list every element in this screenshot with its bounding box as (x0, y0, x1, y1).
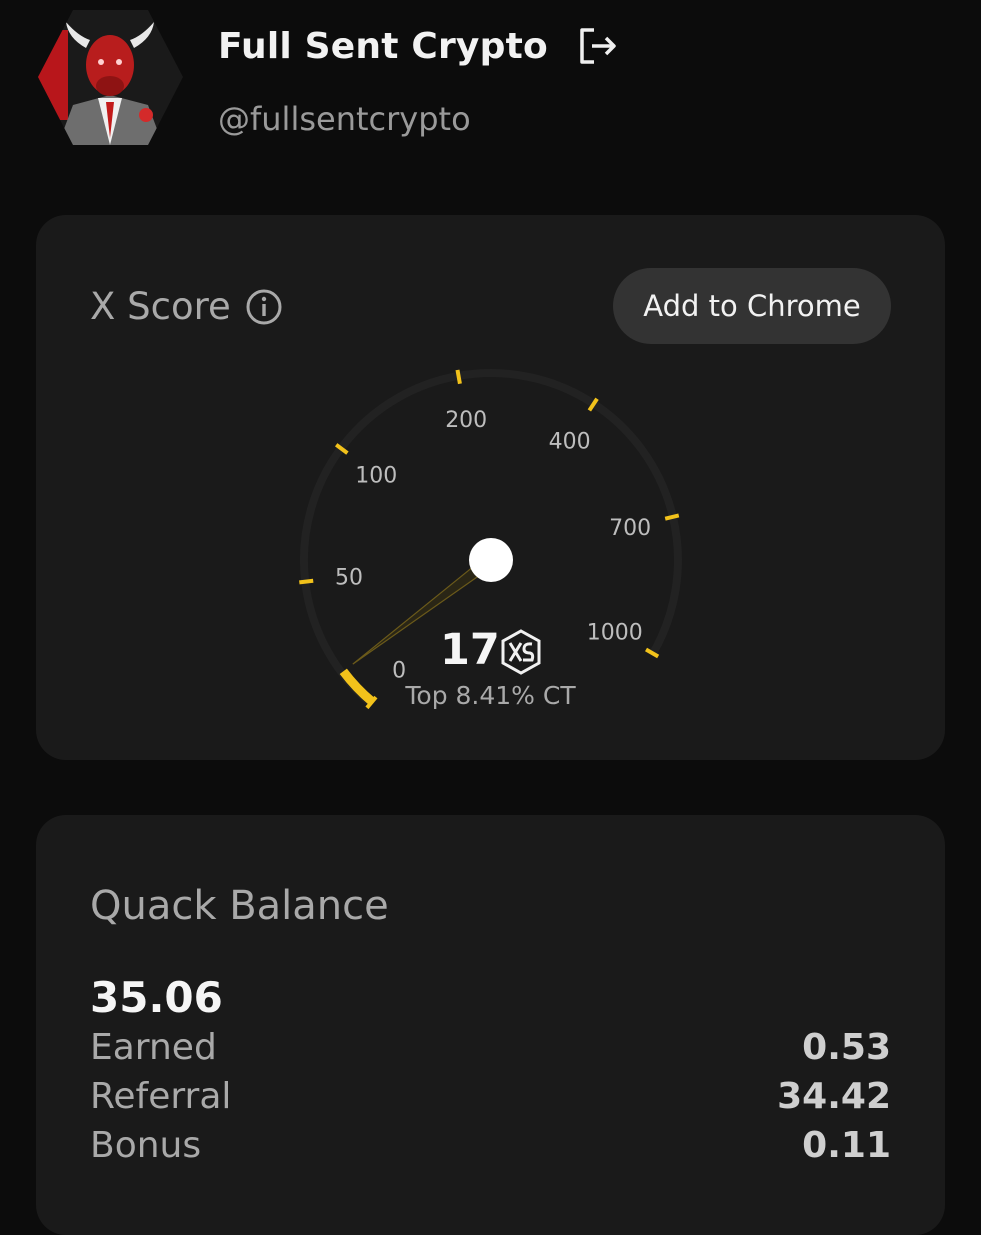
profile-header: Full Sent Crypto @fullsentcrypto (0, 0, 981, 180)
gauge-tick (455, 369, 462, 385)
avatar[interactable] (38, 10, 183, 145)
gauge-tick-label: 200 (445, 408, 487, 433)
logout-icon[interactable] (576, 24, 620, 68)
gauge-tick-label: 400 (549, 430, 591, 455)
balance-row-label: Bonus (90, 1125, 202, 1166)
balance-row-earned: Earned 0.53 (90, 1027, 891, 1068)
balance-row-referral: Referral 34.42 (90, 1076, 891, 1117)
x-score-card: X Score Add to Chrome 0 50 100 200 400 700 100… (36, 215, 945, 760)
gauge-tick (299, 578, 314, 585)
rank-text: Top 8.41% CT (405, 681, 576, 710)
balance-row-value: 34.42 (777, 1076, 891, 1117)
quack-balance-card: Quack Balance 35.06 Earned 0.53 Referral… (36, 815, 945, 1235)
user-handle: @fullsentcrypto (218, 100, 471, 138)
gauge-tick-label: 100 (355, 464, 397, 489)
balance-total: 35.06 (90, 973, 223, 1022)
xs-logo-icon (501, 629, 541, 675)
balance-title: Quack Balance (90, 883, 389, 929)
balance-row-label: Earned (90, 1027, 217, 1068)
name-row: Full Sent Crypto (218, 24, 620, 68)
score-value: 17 (440, 625, 500, 675)
display-name: Full Sent Crypto (218, 25, 548, 67)
gauge-tick-label: 700 (609, 516, 651, 541)
balance-row-value: 0.11 (802, 1125, 891, 1166)
score-gauge: 0 50 100 200 400 700 1000 (299, 369, 682, 710)
gauge-tick-label: 0 (392, 659, 406, 684)
gauge-tick-label: 1000 (587, 621, 643, 646)
balance-row-bonus: Bonus 0.11 (90, 1125, 891, 1166)
balance-row-label: Referral (90, 1076, 232, 1117)
balance-row-value: 0.53 (802, 1027, 891, 1068)
gauge-tick-label: 50 (335, 566, 363, 591)
gauge-hub (469, 538, 513, 582)
